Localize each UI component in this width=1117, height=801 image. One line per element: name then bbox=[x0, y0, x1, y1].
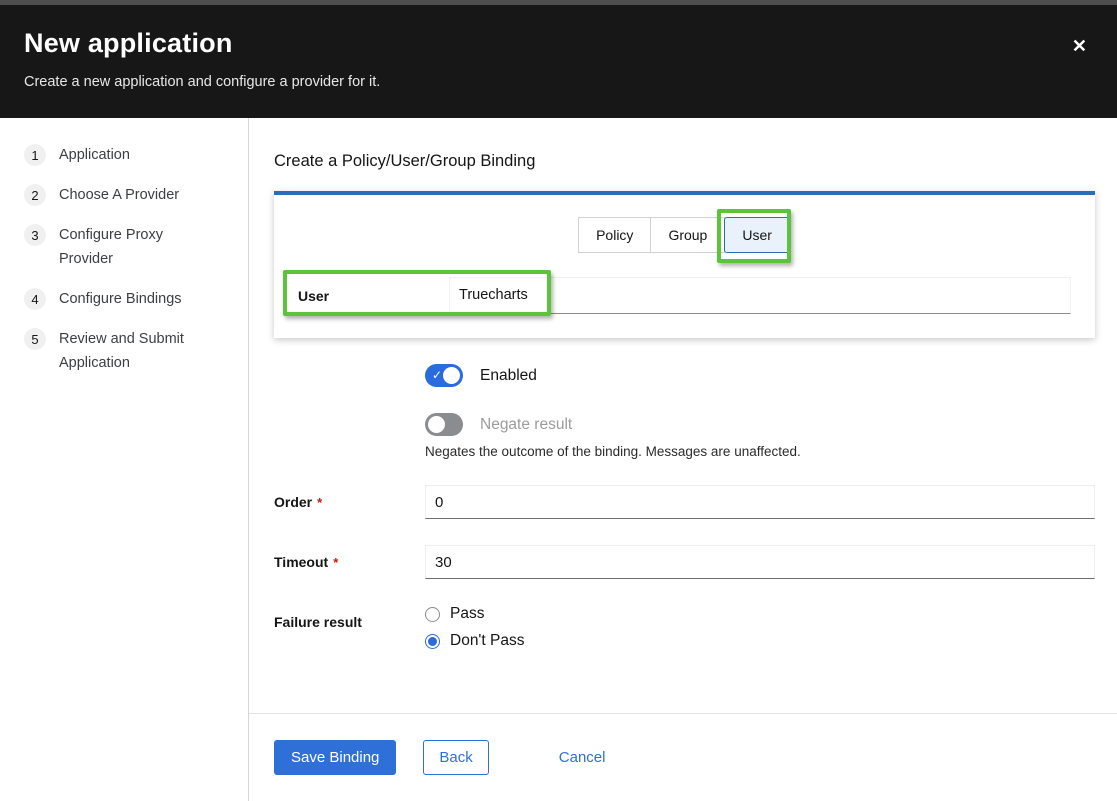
timeout-field-row: Timeout* bbox=[274, 545, 1095, 579]
tab-policy[interactable]: Policy bbox=[578, 217, 651, 253]
toggle-knob bbox=[428, 416, 445, 433]
spacer bbox=[274, 413, 425, 459]
sidebar-item-configure-proxy-provider[interactable]: 3 Configure Proxy Provider bbox=[24, 223, 248, 271]
failure-result-option-dont-pass[interactable]: Don't Pass bbox=[425, 632, 1095, 650]
radio-label: Pass bbox=[450, 605, 484, 623]
step-number-badge: 2 bbox=[24, 184, 46, 206]
wizard-step-content: Create a Policy/User/Group Binding Polic… bbox=[249, 118, 1117, 801]
wizard-steps-sidebar: 1 Application 2 Choose A Provider 3 Conf… bbox=[0, 118, 249, 801]
step-number-badge: 3 bbox=[24, 224, 46, 246]
modal-subtitle: Create a new application and configure a… bbox=[24, 74, 1093, 90]
sidebar-item-choose-provider[interactable]: 2 Choose A Provider bbox=[24, 183, 248, 207]
sidebar-item-review-submit[interactable]: 5 Review and Submit Application bbox=[24, 327, 248, 375]
negate-result-toggle-label: Negate result bbox=[480, 416, 572, 434]
step-number-badge: 4 bbox=[24, 288, 46, 310]
failure-result-label: Failure result bbox=[274, 605, 425, 659]
step-label: Application bbox=[59, 143, 130, 167]
step-label: Review and Submit Application bbox=[59, 327, 211, 375]
required-marker: * bbox=[333, 555, 338, 570]
close-icon[interactable]: ✕ bbox=[1068, 33, 1091, 59]
step-label: Configure Proxy Provider bbox=[59, 223, 211, 271]
spacer bbox=[274, 364, 425, 387]
timeout-input[interactable] bbox=[425, 545, 1095, 579]
user-select[interactable]: Truecharts bbox=[449, 277, 1071, 314]
binding-target-card: Policy Group User User Truecharts bbox=[274, 191, 1095, 338]
required-marker: * bbox=[317, 495, 322, 510]
modal-title: New application bbox=[24, 28, 1093, 59]
modal-footer: Save Binding Back Cancel bbox=[274, 714, 1095, 775]
binding-type-tabs: Policy Group User bbox=[298, 217, 1071, 253]
tab-user[interactable]: User bbox=[724, 217, 790, 253]
binding-form: ✓ Enabled Negate result Negates the outc… bbox=[274, 364, 1095, 659]
toggle-knob bbox=[443, 367, 460, 384]
radio-label: Don't Pass bbox=[450, 632, 524, 650]
step-number-badge: 1 bbox=[24, 144, 46, 166]
step-label: Configure Bindings bbox=[59, 287, 182, 311]
user-field-label: User bbox=[298, 277, 449, 314]
back-button[interactable]: Back bbox=[423, 740, 488, 775]
negate-result-toggle[interactable] bbox=[425, 413, 463, 436]
step-number-badge: 5 bbox=[24, 328, 46, 350]
modal-header: New application Create a new application… bbox=[0, 5, 1117, 118]
negate-result-help-text: Negates the outcome of the binding. Mess… bbox=[425, 444, 1095, 459]
save-binding-button[interactable]: Save Binding bbox=[274, 740, 396, 775]
timeout-field-label: Timeout* bbox=[274, 545, 425, 579]
enabled-toggle-label: Enabled bbox=[480, 367, 537, 385]
cancel-button[interactable]: Cancel bbox=[553, 748, 612, 767]
sidebar-item-configure-bindings[interactable]: 4 Configure Bindings bbox=[24, 287, 248, 311]
order-input[interactable] bbox=[425, 485, 1095, 519]
enabled-toggle[interactable]: ✓ bbox=[425, 364, 463, 387]
order-field-label: Order* bbox=[274, 485, 425, 519]
order-field-row: Order* bbox=[274, 485, 1095, 519]
step-label: Choose A Provider bbox=[59, 183, 179, 207]
user-field-row: User Truecharts bbox=[298, 277, 1071, 314]
negate-toggle-row: Negate result Negates the outcome of the… bbox=[274, 413, 1095, 459]
radio-selected-icon[interactable] bbox=[425, 634, 440, 649]
enabled-toggle-row: ✓ Enabled bbox=[274, 364, 1095, 387]
failure-result-option-pass[interactable]: Pass bbox=[425, 605, 1095, 623]
tab-group[interactable]: Group bbox=[650, 217, 725, 253]
check-icon: ✓ bbox=[432, 367, 442, 384]
sidebar-item-application[interactable]: 1 Application bbox=[24, 143, 248, 167]
radio-unselected-icon[interactable] bbox=[425, 607, 440, 622]
page-title: Create a Policy/User/Group Binding bbox=[274, 150, 1095, 172]
failure-result-row: Failure result Pass Don't Pass bbox=[274, 605, 1095, 659]
